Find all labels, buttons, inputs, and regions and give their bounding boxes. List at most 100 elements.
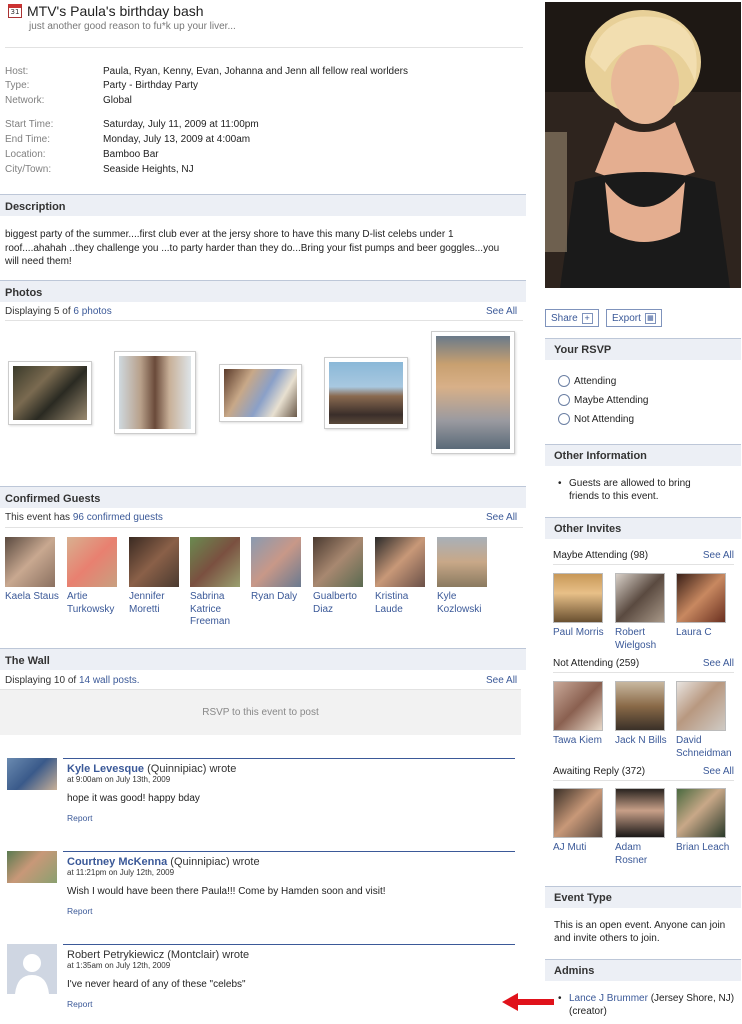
info-label: End Time: [5,134,51,145]
calendar-icon: ▦ [644,312,656,324]
not-attending-subheader: Not Attending (259) See All [553,658,734,673]
photos-count-link[interactable]: 6 photos [73,306,111,317]
awaiting-see-all-link[interactable]: See All [703,766,734,777]
invitee-avatar[interactable] [615,788,665,838]
guest-name-link[interactable]: Kaela Staus [5,591,67,604]
invitee-avatar[interactable] [676,788,726,838]
guests-summary: This event has 96 confirmed guests [5,512,163,523]
radio-button[interactable] [558,413,570,425]
guest-item[interactable]: Kristina Laude [375,537,437,616]
invitee-name-link[interactable]: Laura C [676,627,734,640]
guest-name-link[interactable]: Jennifer Moretti [129,591,191,616]
guest-avatar[interactable] [313,537,363,587]
invitee-name-link[interactable]: Robert Wielgosh [615,627,673,652]
guest-avatar[interactable] [67,537,117,587]
wall-post-author-link[interactable]: Kyle Levesque [67,763,144,775]
invitee-avatar[interactable] [676,573,726,623]
radio-button[interactable] [558,394,570,406]
invitee-item[interactable]: David Schneidman [676,681,734,760]
guest-avatar[interactable] [190,537,240,587]
export-button[interactable]: Export ▦ [606,309,662,327]
maybe-attending-subheader: Maybe Attending (98) See All [553,550,734,565]
guest-item[interactable]: Kaela Staus [5,537,67,604]
guest-avatar[interactable] [129,537,179,587]
invitee-avatar[interactable] [615,573,665,623]
guest-item[interactable]: Artie Turkowsky [67,537,129,616]
invitee-name-link[interactable]: Paul Morris [553,627,611,640]
radio-button[interactable] [558,375,570,387]
invitee-avatar[interactable] [553,681,603,731]
guests-header: Confirmed Guests [0,486,526,508]
invitee-item[interactable]: AJ Muti [553,788,611,855]
info-type-link[interactable]: Party - Birthday Party [103,79,198,93]
event-photo[interactable] [324,357,408,429]
guest-item[interactable]: Kyle Kozlowski [437,537,499,616]
report-link[interactable]: Report [63,897,515,916]
rsvp-attending-option[interactable]: Attending [558,375,616,387]
not-attending-see-all-link[interactable]: See All [703,658,734,669]
guest-avatar[interactable] [5,537,55,587]
guest-item[interactable]: Jennifer Moretti [129,537,191,616]
wall-see-all-link[interactable]: See All [486,675,517,686]
event-photo[interactable] [219,364,302,422]
invitee-avatar[interactable] [615,681,665,731]
invitee-item[interactable]: Tawa Kiem [553,681,611,748]
wall-count-link[interactable]: 14 wall posts. [79,675,140,686]
invitee-item[interactable]: Paul Morris [553,573,611,640]
event-photo[interactable] [114,351,196,434]
wall-post-author-link[interactable]: Courtney McKenna [67,856,167,868]
default-avatar-icon[interactable] [7,944,57,994]
guest-name-link[interactable]: Artie Turkowsky [67,591,129,616]
guest-item[interactable]: Gualberto Diaz [313,537,375,616]
invitee-name-link[interactable]: Jack N Bills [615,735,673,748]
share-button[interactable]: Share + [545,309,599,327]
invitee-item[interactable]: Jack N Bills [615,681,673,748]
guests-count-link[interactable]: 96 confirmed guests [73,512,163,523]
invitee-item[interactable]: Laura C [676,573,734,640]
wall-post-avatar[interactable] [7,851,57,883]
guest-item[interactable]: Ryan Daly [251,537,313,604]
invitee-name-link[interactable]: Tawa Kiem [553,735,611,748]
guest-name-link[interactable]: Gualberto Diaz [313,591,375,616]
event-photo[interactable] [431,331,515,454]
invitee-avatar[interactable] [553,788,603,838]
guest-name-link[interactable]: Ryan Daly [251,591,313,604]
invitee-name-link[interactable]: Brian Leach [676,842,734,855]
admin-name-link[interactable]: Lance J Brummer [569,993,648,1004]
rsvp-maybe-option[interactable]: Maybe Attending [558,394,649,406]
event-photo[interactable] [8,361,92,425]
wall-post-time: at 11:21pm on July 12th, 2009 [67,868,175,877]
invitee-avatar[interactable] [553,573,603,623]
info-label: Host: [5,66,29,77]
guest-name-link[interactable]: Kyle Kozlowski [437,591,499,616]
other-invites-header: Other Invites [545,517,741,539]
guest-name-link[interactable]: Sabrina Katrice Freeman [190,591,252,629]
invitee-avatar[interactable] [676,681,726,731]
wall-post-message: hope it was good! happy bday [67,793,200,804]
wall-post-content: Robert Petrykiewicz (Montclair) wrote at… [63,944,515,1009]
wall-post-time: at 1:35am on July 12th, 2009 [67,961,171,970]
invitee-item[interactable]: Adam Rosner [615,788,673,867]
event-main-photo[interactable] [545,2,741,288]
event-title-text: MTV's Paula's birthday bash [27,3,204,19]
rsvp-not-attending-option[interactable]: Not Attending [558,413,634,425]
other-info-text: Guests are allowed to bring friends to t… [569,478,691,502]
guest-avatar[interactable] [375,537,425,587]
guests-see-all-link[interactable]: See All [486,512,517,523]
invitee-name-link[interactable]: Adam Rosner [615,842,673,867]
maybe-see-all-link[interactable]: See All [703,550,734,561]
guest-avatar[interactable] [251,537,301,587]
guest-name-link[interactable]: Kristina Laude [375,591,437,616]
guest-item[interactable]: Sabrina Katrice Freeman [190,537,252,629]
report-link[interactable]: Report [63,990,515,1009]
invitee-name-link[interactable]: David Schneidman [676,735,734,760]
info-label: Type: [5,80,30,91]
report-link[interactable]: Report [63,804,515,823]
invitee-item[interactable]: Robert Wielgosh [615,573,673,652]
invitee-item[interactable]: Brian Leach [676,788,734,855]
wall-post-avatar[interactable] [7,758,57,790]
photos-see-all-link[interactable]: See All [486,306,517,317]
invitee-name-link[interactable]: AJ Muti [553,842,611,855]
guest-avatar[interactable] [437,537,487,587]
wall-header: The Wall [0,648,526,670]
